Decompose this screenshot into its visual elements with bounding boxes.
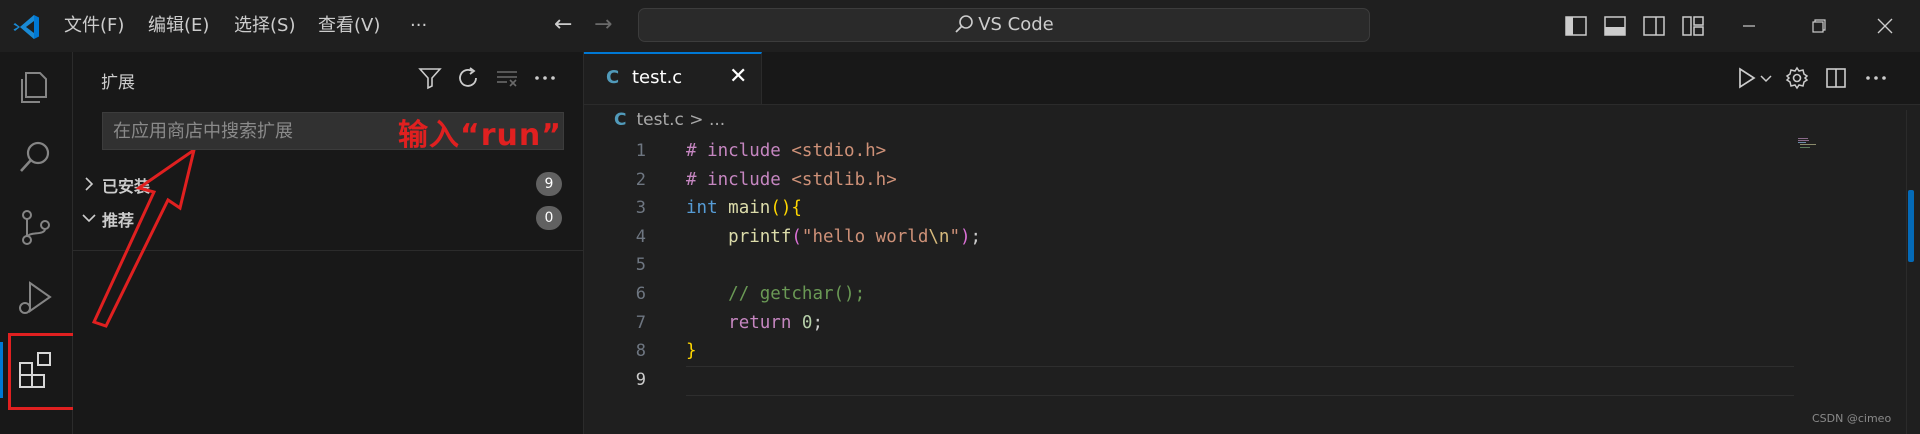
restore-icon[interactable] [1784,0,1854,52]
breadcrumb[interactable]: Ctest.c > ... [614,110,725,130]
vertical-scrollbar-thumb[interactable] [1908,190,1914,262]
activity-explorer[interactable] [0,52,72,122]
installed-count-badge: 9 [536,172,562,196]
toggle-panel-icon[interactable] [1603,14,1627,38]
activity-run-debug[interactable] [0,262,72,332]
customize-layout-icon[interactable] [1681,14,1705,38]
command-center[interactable]: VS Code [638,8,1370,42]
editor-tabs-bar: C test.c ✕ [584,52,1920,105]
search-icon [20,141,50,172]
c-file-icon: C [606,67,620,88]
split-editor-icon[interactable] [1824,66,1848,90]
tab-test-c[interactable]: C test.c ✕ [584,52,762,104]
menu-more[interactable]: ··· [410,0,427,52]
menu-edit[interactable]: 编辑(E) [148,0,209,52]
refresh-icon[interactable] [456,66,480,90]
line-numbers: 1 2 3 4 5 6 7 8 9 [635,141,646,390]
run-dropdown-icon[interactable] [1758,66,1774,90]
breadcrumb-file[interactable]: test.c [636,110,683,130]
command-center-label: VS Code [978,14,1054,35]
code-line: return 0; [728,312,824,333]
tab-label: test.c [632,67,683,88]
breadcrumb-separator: > [689,110,704,130]
toggle-secondary-sidebar-icon[interactable] [1642,14,1666,38]
menu-view[interactable]: 查看(V) [318,0,380,52]
close-window-icon[interactable] [1850,0,1920,52]
activity-search[interactable] [0,122,72,192]
code-line: int main(){ [686,198,802,219]
more-icon[interactable] [533,66,557,90]
source-control-icon [22,210,50,245]
menu-file[interactable]: 文件(F) [64,0,124,52]
more-actions-icon[interactable] [1864,66,1888,90]
annotation-arrow [91,150,196,328]
toggle-primary-sidebar-icon[interactable] [1564,14,1588,38]
activity-source-control[interactable] [0,192,72,262]
code-line: } [686,341,697,362]
code-line: // getchar(); [728,283,866,304]
close-tab-icon[interactable]: ✕ [729,65,747,89]
watermark: CSDN @cimeo [1812,412,1892,425]
vertical-scrollbar-track[interactable] [1906,110,1917,434]
c-file-icon: C [614,110,627,130]
code-content[interactable]: # include <stdio.h> # include <stdlib.h> i… [686,137,981,394]
filter-icon[interactable] [418,66,442,90]
code-line: # include <stdlib.h> [686,169,897,190]
minimap[interactable] [1798,138,1822,150]
sidebar-title: 扩展 [101,73,135,93]
minimize-icon[interactable] [1714,0,1784,52]
title-bar: 文件(F) 编辑(E) 选择(S) 查看(V) ··· ← → VS Code [0,0,1920,52]
search-icon [955,15,974,33]
menu-selection[interactable]: 选择(S) [234,0,295,52]
forward-icon[interactable]: → [594,10,612,40]
code-line: # include <stdio.h> [686,141,887,161]
explorer-icon [21,72,47,103]
settings-icon[interactable] [1785,66,1809,90]
code-editor[interactable]: 1 2 3 4 5 6 7 8 9 # include <stdio.h> # i… [584,105,1920,434]
annotation-text: 输入“run” [398,118,562,153]
recommended-count-badge: 0 [536,206,562,230]
run-icon[interactable] [1734,66,1758,90]
back-icon[interactable]: ← [554,10,572,40]
breadcrumb-more[interactable]: ... [709,110,725,130]
code-line: printf("hello world\n"); [728,226,982,247]
clear-icon[interactable] [495,66,519,90]
run-debug-icon [19,281,52,314]
vscode-logo-icon [13,15,39,39]
